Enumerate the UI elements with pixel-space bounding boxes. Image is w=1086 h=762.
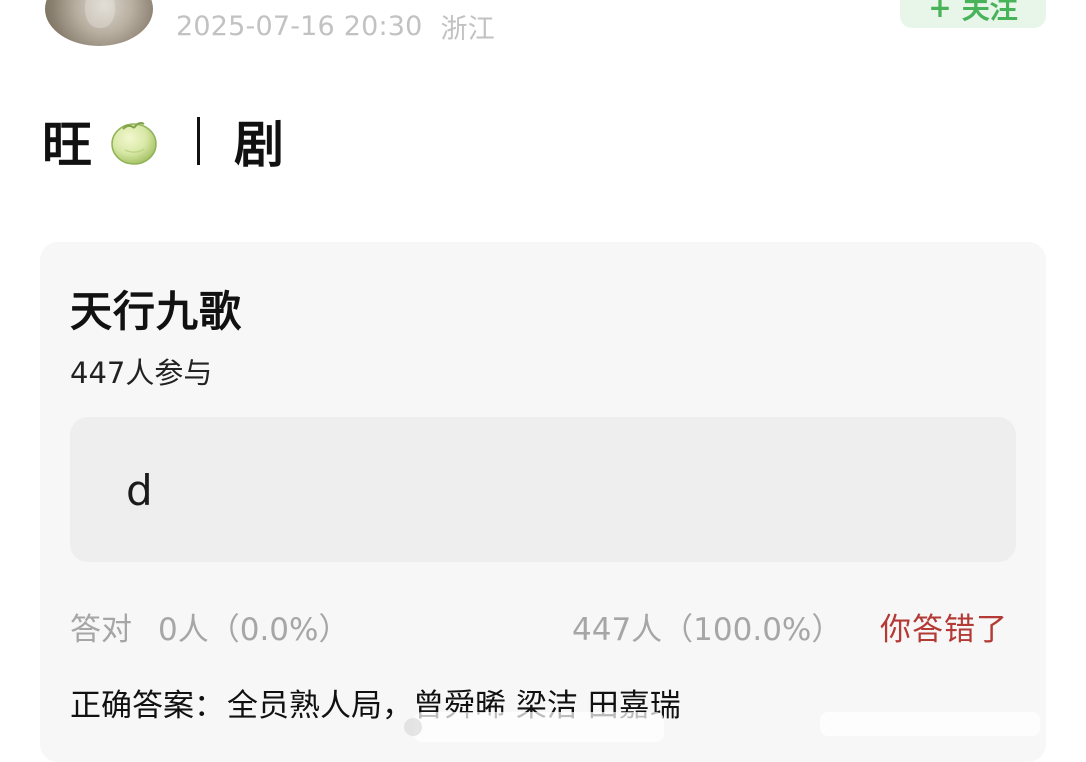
post-location: 浙江 <box>440 13 495 45</box>
post-title: 旺 剧 <box>42 110 285 174</box>
participant-count: 447人参与 <box>70 356 213 390</box>
plus-icon: + <box>928 0 952 24</box>
correct-label: 答对 <box>70 612 132 648</box>
watermark-overlay <box>404 712 664 742</box>
answer-option-text: d <box>126 466 153 515</box>
title-left: 旺 <box>42 116 93 174</box>
avatar[interactable] <box>45 0 153 46</box>
post-timestamp: 2025-07-16 20:30 <box>176 10 423 42</box>
follow-label: 关注 <box>961 0 1018 25</box>
watermark-overlay-right <box>820 712 1040 736</box>
answer-option[interactable] <box>70 417 1016 562</box>
correct-stats: 答对 0人（0.0%） <box>70 604 349 649</box>
correct-value: 0人（0.0%） <box>158 612 350 648</box>
answer-label: 正确答案： <box>70 688 225 724</box>
title-divider <box>197 117 200 165</box>
quiz-title: 天行九歌 <box>70 287 243 336</box>
wrong-stats: 447人（100.0%） <box>572 612 843 648</box>
follow-button[interactable]: + 关注 <box>900 0 1046 28</box>
melon-icon <box>109 116 159 166</box>
result-notice: 你答错了 <box>880 612 1008 648</box>
title-right: 剧 <box>234 116 285 174</box>
post-meta: 2025-07-16 20:30 浙江 <box>176 6 495 46</box>
